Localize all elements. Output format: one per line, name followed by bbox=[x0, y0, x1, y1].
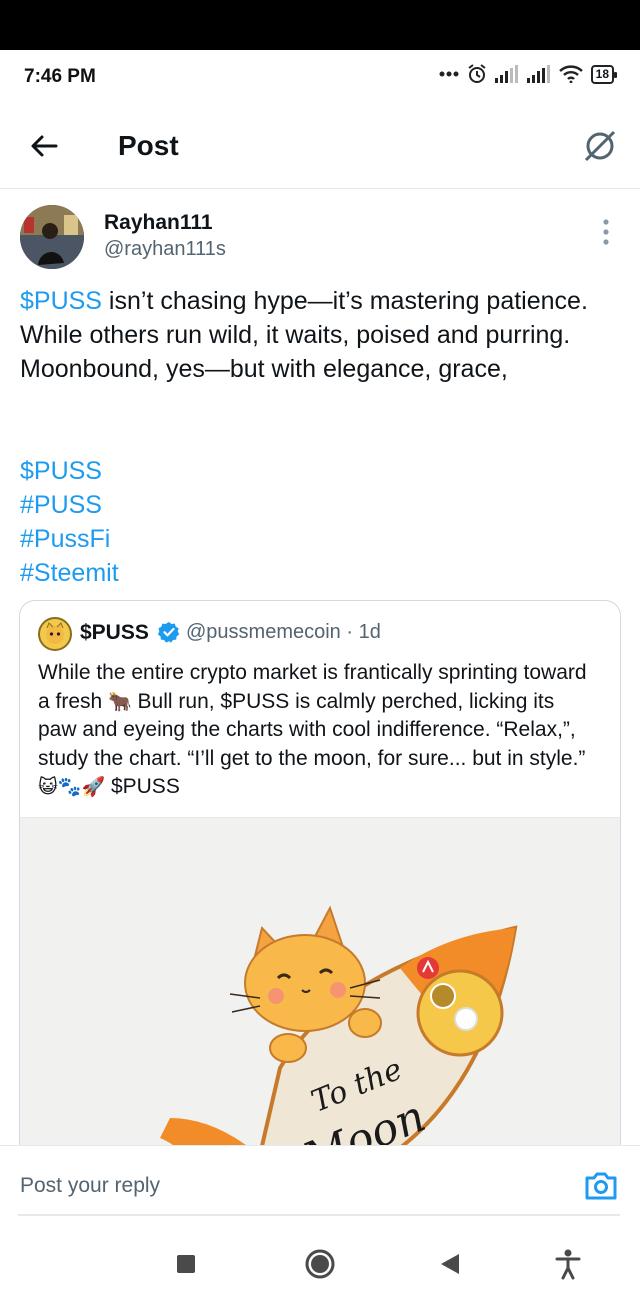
page-title: Post bbox=[118, 130, 179, 161]
signal-1-icon bbox=[494, 65, 518, 83]
signal-2-icon bbox=[526, 65, 550, 83]
quoted-post[interactable]: $PUSS @pussmemecoin · 1d While the entir… bbox=[19, 600, 621, 1202]
hashtag-link[interactable]: #PussFi bbox=[20, 522, 119, 556]
quoted-text: While the entire crypto market is franti… bbox=[38, 659, 598, 802]
hashtag-link[interactable]: $PUSS bbox=[20, 454, 119, 488]
badge-dog bbox=[454, 1007, 478, 1031]
post-body: $PUSS isn’t chasing hype—it’s mastering … bbox=[20, 284, 620, 386]
quoted-avatar[interactable] bbox=[38, 617, 72, 651]
square-icon[interactable] bbox=[168, 1246, 204, 1282]
author-name[interactable]: Rayhan111 bbox=[104, 211, 213, 235]
status-bar: 7:46 PM 18 bbox=[0, 50, 640, 102]
status-icons: 18 bbox=[439, 64, 618, 84]
cashtag-link[interactable]: $PUSS bbox=[20, 287, 102, 315]
avatar-photo bbox=[20, 205, 84, 269]
author-handle[interactable]: @rayhan111s bbox=[104, 238, 226, 261]
battery-indicator: 18 bbox=[590, 64, 618, 84]
cat-face-icon bbox=[46, 622, 64, 644]
dots-icon bbox=[439, 71, 459, 77]
cat-paw-left bbox=[269, 1033, 307, 1063]
android-nav-bar bbox=[0, 1226, 640, 1299]
reply-divider bbox=[18, 1214, 620, 1216]
post-text: isn’t chasing hype—it’s mastering patien… bbox=[20, 287, 588, 383]
cat-head bbox=[244, 934, 366, 1032]
reply-input[interactable]: Post your reply bbox=[20, 1174, 160, 1198]
quoted-handle[interactable]: @pussmemecoin · 1d bbox=[186, 621, 381, 644]
status-time: 7:46 PM bbox=[24, 66, 96, 87]
grok-icon[interactable] bbox=[580, 126, 620, 166]
alarm-icon bbox=[468, 64, 486, 83]
quoted-name[interactable]: $PUSS bbox=[80, 621, 149, 645]
top-system-bar bbox=[0, 0, 640, 50]
badge-coin bbox=[430, 983, 456, 1009]
cat-paw-right bbox=[348, 1008, 382, 1038]
wifi-icon bbox=[558, 65, 583, 83]
bull-emoji: 🐂 bbox=[108, 690, 132, 713]
back-triangle-icon[interactable] bbox=[432, 1246, 468, 1282]
reply-bar: Post your reply bbox=[0, 1145, 640, 1224]
avatar[interactable] bbox=[20, 205, 84, 269]
post-header: Post bbox=[0, 102, 640, 189]
post-hashtags: $PUSS #PUSS #PussFi #Steemit bbox=[20, 454, 119, 590]
arrow-left-icon[interactable] bbox=[26, 128, 62, 164]
hashtag-link[interactable]: #Steemit bbox=[20, 556, 119, 590]
cat-paw-rocket-emoji: 😺🐾🚀 bbox=[38, 776, 106, 798]
accessibility-icon[interactable] bbox=[550, 1246, 586, 1282]
hashtag-link[interactable]: #PUSS bbox=[20, 488, 119, 522]
camera-icon[interactable] bbox=[584, 1170, 618, 1202]
more-vertical-icon[interactable] bbox=[598, 218, 614, 246]
verified-badge-icon bbox=[158, 622, 180, 643]
quoted-cashtag[interactable]: $PUSS bbox=[105, 775, 180, 798]
home-circle-icon[interactable] bbox=[302, 1246, 338, 1282]
